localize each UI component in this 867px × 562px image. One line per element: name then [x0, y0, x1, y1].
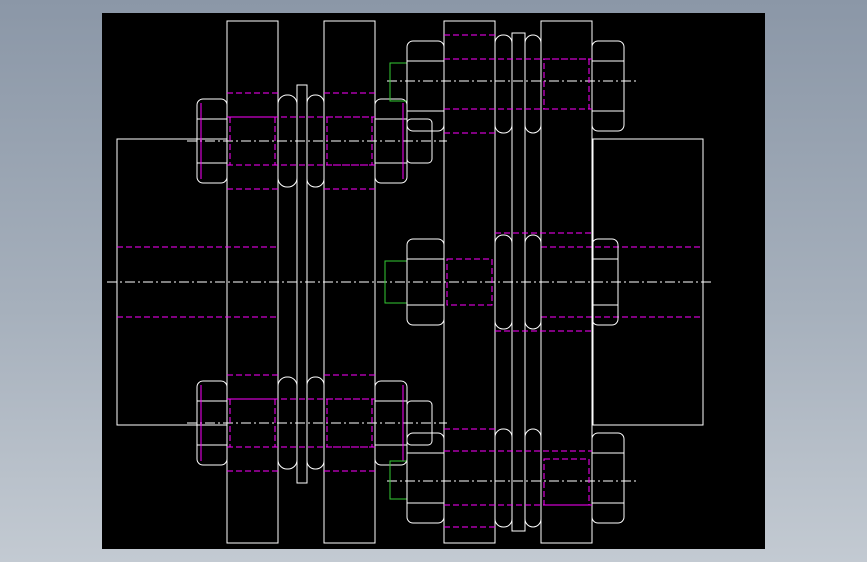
cad-drawing-viewport[interactable] [102, 13, 765, 549]
hex-bolt-right-top [389, 34, 625, 134]
coupling-assembly-drawing [107, 20, 712, 544]
hex-bolt-right-bottom [389, 428, 625, 528]
